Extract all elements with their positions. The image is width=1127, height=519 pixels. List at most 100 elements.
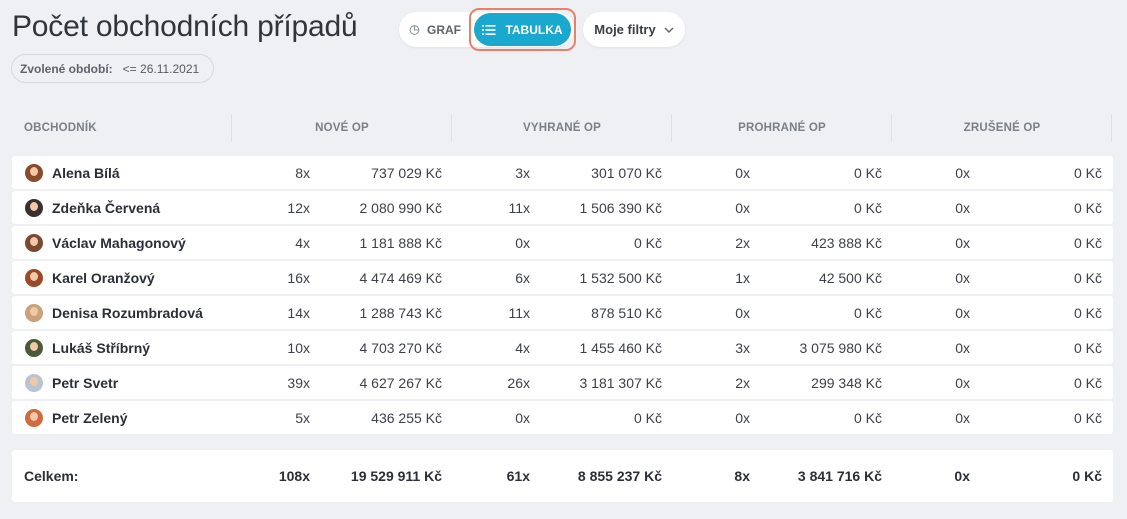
lost-count: 2x [735,234,750,251]
col-header-won[interactable]: VYHRANÉ OP [452,108,672,148]
salesperson-cell: Zdeňka Červená [12,198,232,217]
new-count: 8x [295,164,310,181]
my-filters-label: Moje filtry [594,22,656,37]
table-row[interactable]: Lukáš Stříbrný 10x 4 703 270 Kč 4x 1 455 460… [12,331,1113,364]
table-body: Alena Bílá 8x 737 029 Kč 3x 301 070 Kč 0x 0 Kč… [12,156,1113,436]
cancelled-count: 0x [955,304,970,321]
won-amount: 878 510 Kč [591,304,662,321]
list-icon [482,24,496,35]
col-header-new[interactable]: NOVÉ OP [232,108,452,148]
new-amount: 737 029 Kč [371,164,442,181]
period-badge[interactable]: Zvolené období: <= 26.11.2021 [11,54,215,83]
won-amount: 301 070 Kč [591,164,662,181]
lost-count: 1x [735,269,750,286]
cancelled-count: 0x [955,409,970,426]
graph-view-button[interactable]: GRAF [399,12,471,47]
table-row[interactable]: Petr Svetr 39x 4 627 267 Kč 26x 3 181 307 Kč… [12,366,1113,399]
table-view-button[interactable]: TABULKA [474,13,571,46]
lost-amount: 0 Kč [853,199,882,216]
total-won-amount: 8 855 237 Kč [577,468,662,484]
salesperson-name: Václav Mahagonový [52,234,186,251]
new-count: 39x [287,374,310,391]
lost-amount: 299 348 Kč [811,374,882,391]
period-value: <= 26.11.2021 [122,61,200,76]
cancelled-count: 0x [955,269,970,286]
won-count: 4x [515,339,530,356]
new-count: 4x [295,234,310,251]
cancelled-amount: 0 Kč [1073,304,1102,321]
salesperson-cell: Lukáš Stříbrný [12,338,232,357]
table-row[interactable]: Zdeňka Červená 12x 2 080 990 Kč 11x 1 506 39… [12,191,1113,224]
new-count: 12x [287,199,310,216]
avatar [25,408,43,427]
col-header-salesperson[interactable]: OBCHODNÍK [12,108,232,148]
lost-count: 3x [735,339,750,356]
won-count: 11x [508,304,530,321]
period-label: Zvolené období: [20,61,113,76]
salesperson-name: Karel Oranžový [52,269,155,286]
new-amount: 1 181 888 Kč [359,234,442,251]
won-count: 3x [515,164,530,181]
col-header-cancelled[interactable]: ZRUŠENÉ OP [892,108,1112,148]
won-count: 6x [515,269,530,286]
total-new-count: 108x [278,468,310,484]
won-count: 11x [508,199,530,216]
graph-view-label: GRAF [427,22,461,37]
new-amount: 1 288 743 Kč [359,304,442,321]
lost-amount: 42 500 Kč [818,269,882,286]
salesperson-name: Lukáš Stříbrný [52,339,151,356]
new-amount: 436 255 Kč [371,409,442,426]
salesperson-cell: Alena Bílá [12,163,232,182]
cancelled-amount: 0 Kč [1073,269,1102,286]
lost-amount: 3 075 980 Kč [799,339,882,356]
salesperson-name: Petr Zelený [52,409,128,426]
lost-count: 0x [735,164,750,181]
view-toggle: GRAF TABULKA [399,8,576,51]
total-row: Celkem: 108x 19 529 911 Kč 61x 8 855 237… [12,450,1113,502]
new-amount: 4 627 267 Kč [359,374,442,391]
cancelled-count: 0x [955,374,970,391]
won-amount: 1 532 500 Kč [579,269,662,286]
new-amount: 4 703 270 Kč [359,339,442,356]
new-count: 5x [295,409,310,426]
avatar [25,268,43,287]
my-filters-dropdown[interactable]: Moje filtry [583,12,685,47]
lost-count: 2x [735,374,750,391]
avatar [25,163,43,182]
salesperson-name: Denisa Rozumbradová [52,304,203,321]
avatar [25,233,43,252]
total-cancelled-count: 0x [954,468,970,484]
lost-count: 0x [735,304,750,321]
total-cancelled-amount: 0 Kč [1072,468,1102,484]
new-count: 16x [287,269,310,286]
table-row[interactable]: Alena Bílá 8x 737 029 Kč 3x 301 070 Kč 0x 0 Kč… [12,156,1113,189]
cancelled-amount: 0 Kč [1073,199,1102,216]
total-new-amount: 19 529 911 Kč [350,468,442,484]
salesperson-cell: Denisa Rozumbradová [12,303,232,322]
new-count: 14x [287,304,310,321]
salesperson-cell: Petr Zelený [12,408,232,427]
total-won-count: 61x [506,468,530,484]
won-amount: 1 455 460 Kč [579,339,662,356]
cancelled-count: 0x [955,199,970,216]
lost-amount: 0 Kč [853,164,882,181]
won-amount: 0 Kč [633,409,662,426]
cancelled-amount: 0 Kč [1073,234,1102,251]
total-lost-count: 8x [734,468,750,484]
avatar [25,373,43,392]
cancelled-amount: 0 Kč [1073,164,1102,181]
table-view-highlight: TABULKA [469,8,576,51]
table-row[interactable]: Petr Zelený 5x 436 255 Kč 0x 0 Kč 0x 0 Kč 0x 0 K… [12,401,1113,434]
won-amount: 3 181 307 Kč [579,374,662,391]
table-row[interactable]: Václav Mahagonový 4x 1 181 888 Kč 0x 0 Kč 2x 4… [12,226,1113,259]
col-header-lost[interactable]: PROHRANÉ OP [672,108,892,148]
page-title: Počet obchodních případů [12,10,358,43]
table-row[interactable]: Karel Oranžový 16x 4 474 469 Kč 6x 1 532 500… [12,261,1113,294]
lost-amount: 0 Kč [853,304,882,321]
table-header: OBCHODNÍK NOVÉ OP VYHRANÉ OP PROHRANÉ OP… [12,108,1113,148]
cancelled-amount: 0 Kč [1073,374,1102,391]
lost-amount: 423 888 Kč [811,234,882,251]
table-row[interactable]: Denisa Rozumbradová 14x 1 288 743 Kč 11x 878… [12,296,1113,329]
salesperson-name: Alena Bílá [52,164,120,181]
salesperson-name: Zdeňka Červená [52,199,161,216]
